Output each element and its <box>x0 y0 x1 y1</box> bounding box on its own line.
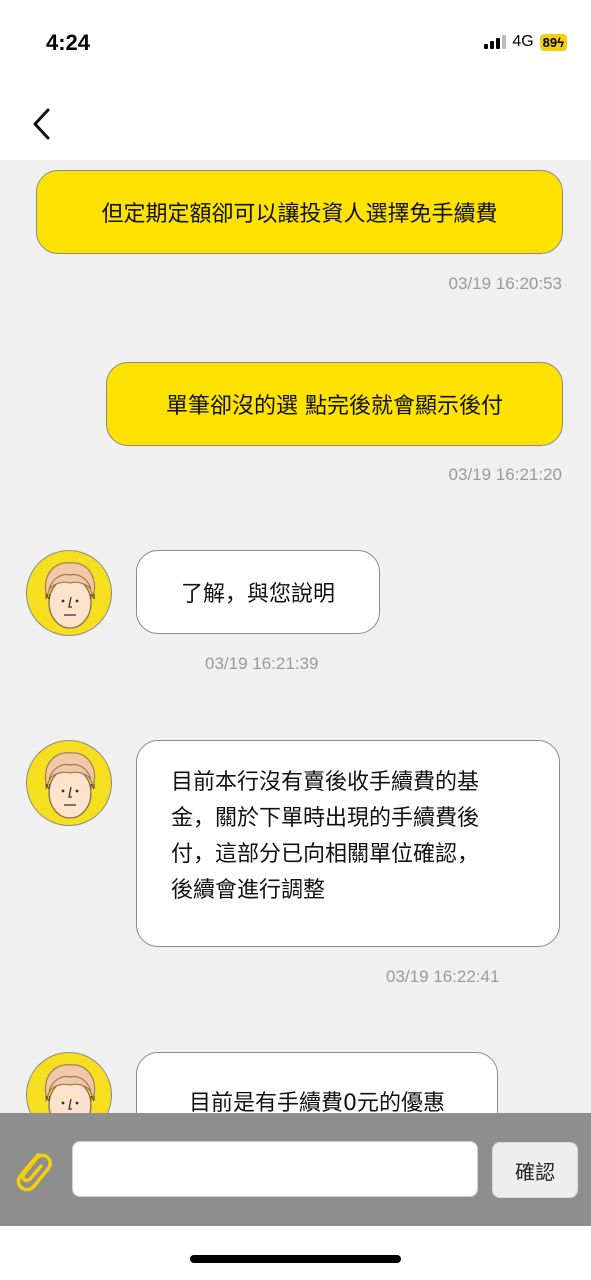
outgoing-message-bubble: 但定期定額卻可以讓投資人選擇免手續費 <box>36 170 563 254</box>
svg-text:N: N <box>45 783 50 791</box>
message-timestamp: 03/19 16:21:20 <box>448 465 562 484</box>
status-time: 4:24 <box>46 30 91 55</box>
message-text: 單筆卻沒的選 點完後就會顯示後付 <box>166 394 503 419</box>
svg-text:N: N <box>45 1095 50 1103</box>
message-timestamp: 03/19 16:21:39 <box>205 654 319 673</box>
svg-text:N: N <box>90 783 95 791</box>
back-button[interactable] <box>24 104 64 144</box>
svg-text:N: N <box>90 1095 95 1103</box>
agent-avatar: N N <box>26 550 112 636</box>
status-indicators: 4G 89ϟ <box>484 33 567 51</box>
message-timestamp: 03/19 16:20:53 <box>448 274 562 293</box>
paperclip-icon <box>16 1153 52 1192</box>
network-type: 4G <box>512 33 534 50</box>
attach-button[interactable] <box>8 1143 56 1195</box>
message-input-bar: 確認 <box>0 1113 591 1226</box>
chevron-left-icon <box>33 108 50 140</box>
message-line: 付，這部分已向相關單位確認， <box>171 842 480 867</box>
message-text: 了解，與您說明 <box>180 582 335 607</box>
incoming-message-bubble: 目前本行沒有賣後收手續費的基 金，關於下單時出現的手續費後 付，這部分已向相關單… <box>136 740 560 947</box>
incoming-message-bubble: 了解，與您說明 <box>136 550 380 634</box>
outgoing-message-bubble: 單筆卻沒的選 點完後就會顯示後付 <box>106 362 563 446</box>
svg-text:N: N <box>90 593 95 601</box>
chat-messages[interactable]: 但定期定額卻可以讓投資人選擇免手續費 03/19 16:20:53 單筆卻沒的選… <box>0 160 591 1113</box>
status-bar: 4:24 4G 89ϟ <box>0 0 591 90</box>
incoming-message-bubble: 目前是有手續費0元的優惠 <box>136 1052 498 1113</box>
agent-face-icon: N N <box>44 562 95 629</box>
message-text: 但定期定額卻可以讓投資人選擇免手續費 <box>101 202 498 227</box>
message-text: 目前是有手續費0元的優惠 <box>189 1091 445 1113</box>
message-line: 目前本行沒有賣後收手續費的基 <box>171 770 480 795</box>
signal-strength-icon <box>484 35 507 49</box>
battery-indicator: 89ϟ <box>539 33 567 51</box>
home-indicator-area <box>0 1226 591 1280</box>
confirm-button[interactable]: 確認 <box>492 1142 578 1198</box>
nav-bar <box>0 90 591 160</box>
agent-avatar: N N <box>26 1052 112 1113</box>
message-line: 金，關於下單時出現的手續費後 <box>171 806 480 831</box>
message-line: 後續會進行調整 <box>171 878 326 903</box>
home-indicator[interactable] <box>190 1255 401 1263</box>
agent-avatar: N N <box>26 740 112 826</box>
message-input[interactable] <box>72 1141 478 1197</box>
agent-face-icon: N N <box>44 1064 95 1113</box>
message-timestamp: 03/19 16:22:41 <box>386 967 500 986</box>
svg-text:N: N <box>45 593 50 601</box>
agent-face-icon: N N <box>44 752 95 819</box>
